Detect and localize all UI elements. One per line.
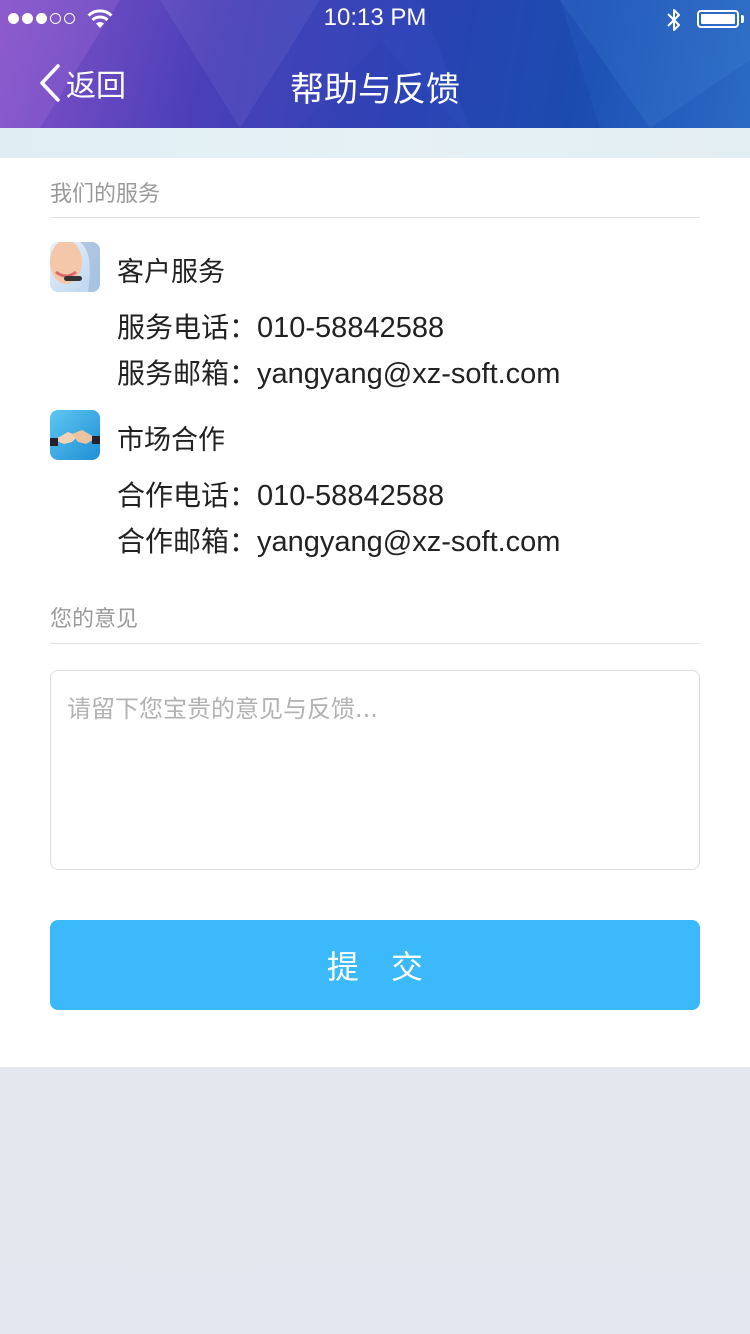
divider [50, 217, 700, 218]
submit-button[interactable]: 提交 [50, 920, 700, 1010]
market-group-title: 市场合作 [117, 425, 225, 456]
header-shadow-strip [0, 128, 750, 158]
content-card: 我们的服务 客户服务 服务电话：010-58842588 服务邮箱：yangya… [0, 158, 750, 1067]
market-email-value[interactable]: yangyang@xz-soft.com [257, 526, 560, 558]
market-phone-line: 合作电话：010-58842588 [117, 474, 444, 514]
service-email-label: 服务邮箱： [117, 357, 258, 390]
section-label-services: 我们的服务 [50, 182, 161, 207]
feedback-textarea[interactable] [50, 670, 700, 870]
service-email-line: 服务邮箱：yangyang@xz-soft.com [117, 352, 560, 392]
market-email-label: 合作邮箱： [117, 525, 258, 558]
service-email-value[interactable]: yangyang@xz-soft.com [257, 358, 560, 390]
market-email-line: 合作邮箱：yangyang@xz-soft.com [117, 520, 560, 560]
service-group-title: 客户服务 [117, 257, 225, 288]
bluetooth-icon [667, 9, 680, 31]
battery-tip [741, 15, 744, 23]
handshake-icon [50, 410, 100, 460]
page-title: 帮助与反馈 [290, 70, 460, 110]
nav-header: 10:13 PM 返回 帮助与反馈 [0, 0, 750, 128]
service-phone-label: 服务电话： [117, 311, 258, 344]
status-bar: 10:13 PM [0, 0, 750, 40]
status-time: 10:13 PM [323, 4, 427, 31]
battery-icon [697, 10, 739, 28]
divider [50, 643, 700, 644]
customer-service-icon [50, 242, 100, 292]
market-phone-value[interactable]: 010-58842588 [257, 480, 444, 512]
service-phone-line: 服务电话：010-58842588 [117, 306, 444, 346]
market-phone-label: 合作电话： [117, 479, 258, 512]
section-label-feedback: 您的意见 [50, 607, 139, 632]
service-phone-value[interactable]: 010-58842588 [257, 312, 444, 344]
